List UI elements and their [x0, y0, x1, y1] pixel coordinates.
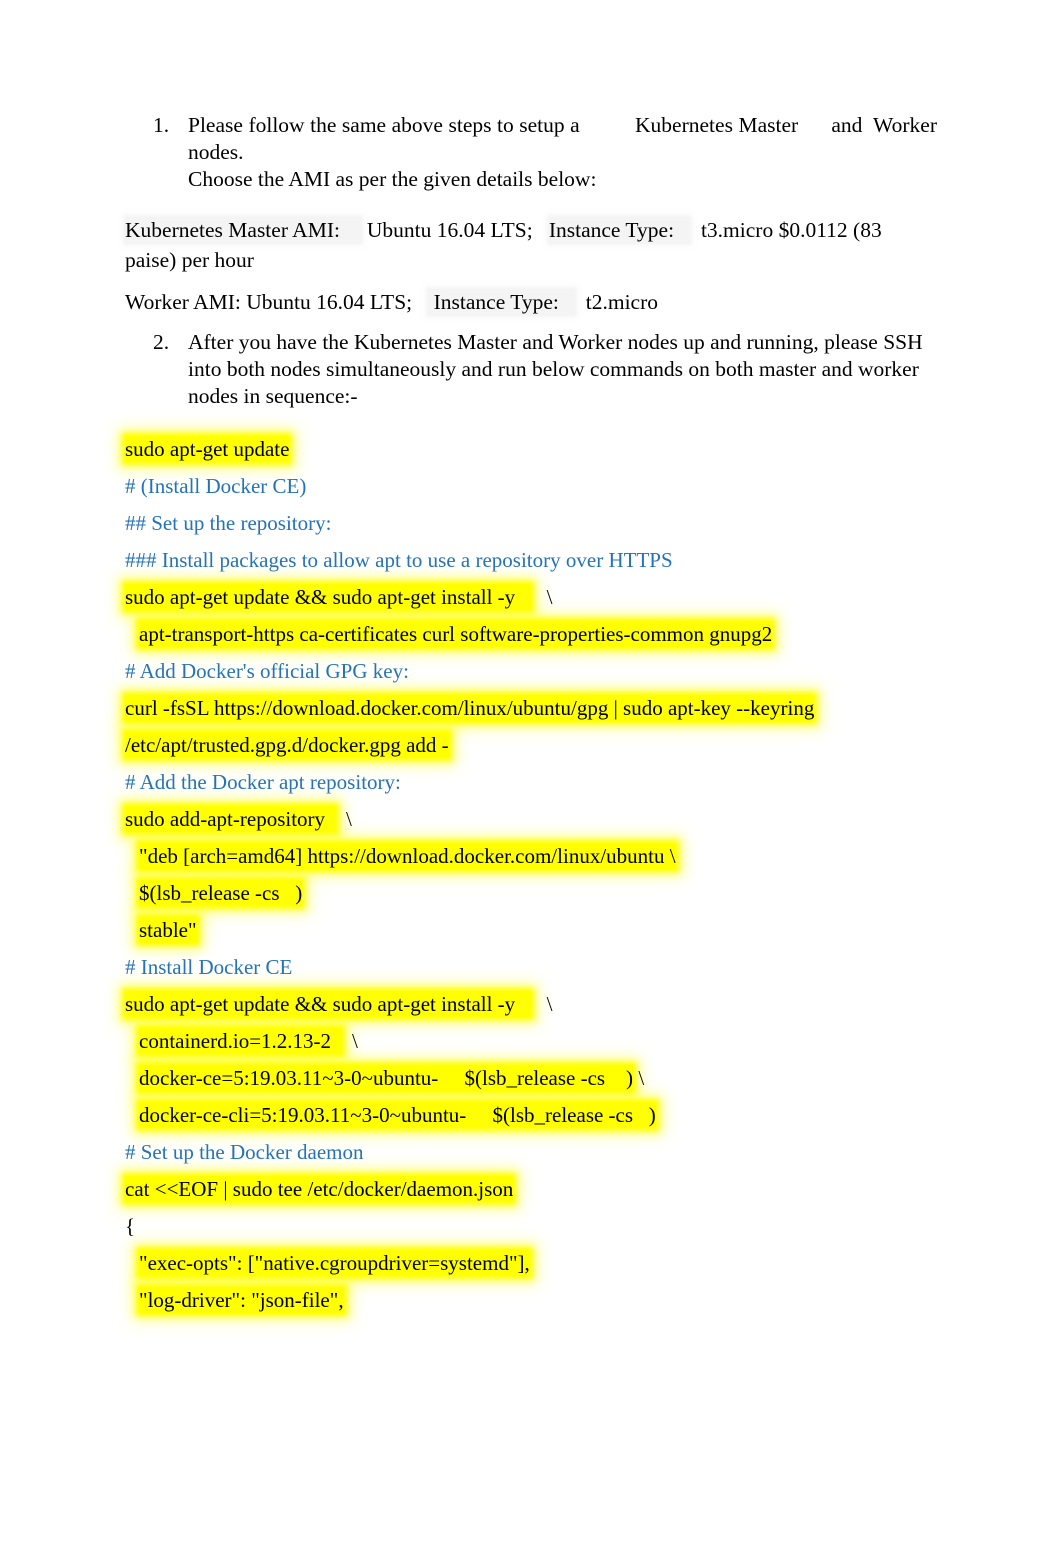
list-number: 1.	[153, 113, 170, 137]
code-line-tail: \	[341, 1029, 358, 1053]
code-line: sudo apt-get update && sudo apt-get inst…	[125, 991, 937, 1017]
plain-text: {	[125, 1214, 136, 1238]
highlighted-text: sudo add-apt-repository	[125, 806, 336, 832]
highlighted-text: /etc/apt/trusted.gpg.d/docker.gpg add -	[125, 732, 449, 758]
highlighted-text: $(lsb_release -cs )	[139, 880, 303, 906]
list-item-line: After you have the Kubernetes Master and…	[188, 330, 923, 354]
code-line-tail: \	[633, 1066, 645, 1090]
code-line: "exec-opts": ["native.cgroupdriver=syste…	[125, 1250, 937, 1276]
instance-type-value-worker: t2.micro	[575, 290, 659, 314]
highlighted-text: "exec-opts": ["native.cgroupdriver=syste…	[139, 1250, 530, 1276]
code-block: sudo apt-get update && sudo apt-get inst…	[125, 991, 937, 1128]
code-line-tail: \	[530, 585, 553, 609]
code-block: sudo apt-get update	[125, 436, 937, 462]
kubernetes-master-ami-paragraph: Kubernetes Master AMI: Ubuntu 16.04 LTS;…	[125, 215, 937, 275]
code-block: sudo add-apt-repository \ "deb [arch=amd6…	[125, 806, 937, 943]
highlighted-text: "log-driver": "json-file",	[139, 1287, 344, 1313]
comment-line: # Add the Docker apt repository:	[125, 770, 401, 794]
code-block: curl -fsSL https://download.docker.com/l…	[125, 695, 937, 758]
code-block: sudo apt-get update && sudo apt-get inst…	[125, 584, 937, 647]
document-content: 1. Please follow the same above steps to…	[125, 112, 937, 1324]
code-line: apt-transport-https ca-certificates curl…	[125, 621, 937, 647]
code-line: sudo apt-get update && sudo apt-get inst…	[125, 584, 937, 610]
code-line: sudo apt-get update	[125, 436, 937, 462]
comment-line: # (Install Docker CE)	[125, 474, 307, 498]
code-line: docker-ce-cli=5:19.03.11~3-0~ubuntu- $(l…	[125, 1102, 937, 1128]
code-line-tail: \	[530, 992, 553, 1016]
highlighted-text: docker-ce=5:19.03.11~3-0~ubuntu- $(lsb_r…	[139, 1065, 634, 1091]
comment-line: ### Install packages to allow apt to use…	[125, 548, 673, 572]
list-item: 2. After you have the Kubernetes Master …	[125, 329, 937, 410]
list-item-line: into both nodes simultaneously and run b…	[188, 357, 919, 381]
highlighted-text: docker-ce-cli=5:19.03.11~3-0~ubuntu- $(l…	[139, 1102, 656, 1128]
highlighted-text: cat <<EOF | sudo tee /etc/docker/daemon.…	[125, 1176, 514, 1202]
code-block: cat <<EOF | sudo tee /etc/docker/daemon.…	[125, 1176, 937, 1313]
ami-label-worker: Worker AMI: Ubuntu 16.04 LTS;	[125, 290, 429, 314]
list-item-line: Choose the AMI as per the given details …	[188, 167, 597, 191]
code-line: containerd.io=1.2.13-2 \	[125, 1028, 937, 1054]
code-line: {	[125, 1213, 937, 1239]
list-number: 2.	[153, 330, 170, 354]
list-item-line: nodes in sequence:-	[188, 384, 358, 408]
list-item-line: Please follow the same above steps to se…	[188, 113, 954, 164]
comment-line: # Set up the Docker daemon	[125, 1140, 364, 1164]
code-line: docker-ce=5:19.03.11~3-0~ubuntu- $(lsb_r…	[125, 1065, 937, 1091]
code-line: /etc/apt/trusted.gpg.d/docker.gpg add -	[125, 732, 937, 758]
instance-type-label-master: Instance Type:	[548, 217, 691, 243]
command-sequence: sudo apt-get update # (Install Docker CE)…	[125, 436, 937, 1313]
comment-line: # Add Docker's official GPG key:	[125, 659, 409, 683]
highlighted-text: "deb [arch=amd64] https://download.docke…	[139, 843, 676, 869]
highlighted-text: curl -fsSL https://download.docker.com/l…	[125, 695, 815, 721]
code-line: stable"	[125, 917, 937, 943]
highlighted-text: apt-transport-https ca-certificates curl…	[139, 621, 773, 647]
code-line: cat <<EOF | sudo tee /etc/docker/daemon.…	[125, 1176, 937, 1202]
document-page: 1. Please follow the same above steps to…	[0, 0, 1062, 1556]
highlighted-text: sudo apt-get update	[125, 436, 290, 462]
highlighted-text: stable"	[139, 917, 197, 943]
list-item: 1. Please follow the same above steps to…	[125, 112, 937, 193]
code-line: "log-driver": "json-file",	[125, 1287, 937, 1313]
highlighted-text: containerd.io=1.2.13-2	[139, 1028, 342, 1054]
worker-ami-paragraph: Worker AMI: Ubuntu 16.04 LTS; Instance T…	[125, 287, 937, 317]
code-line: $(lsb_release -cs )	[125, 880, 937, 906]
highlighted-text: sudo apt-get update && sudo apt-get inst…	[125, 584, 531, 610]
comment-line: # Install Docker CE	[125, 955, 293, 979]
code-line-tail: \	[335, 807, 352, 831]
ami-label-master: Kubernetes Master AMI:	[125, 217, 362, 243]
instance-type-label-worker: Instance Type:	[428, 289, 576, 315]
ami-value-master-os: Ubuntu 16.04 LTS;	[361, 218, 549, 242]
code-line: "deb [arch=amd64] https://download.docke…	[125, 843, 937, 869]
comment-line: ## Set up the repository:	[125, 511, 332, 535]
code-line: sudo add-apt-repository \	[125, 806, 937, 832]
highlighted-text: sudo apt-get update && sudo apt-get inst…	[125, 991, 531, 1017]
code-line: curl -fsSL https://download.docker.com/l…	[125, 695, 937, 721]
